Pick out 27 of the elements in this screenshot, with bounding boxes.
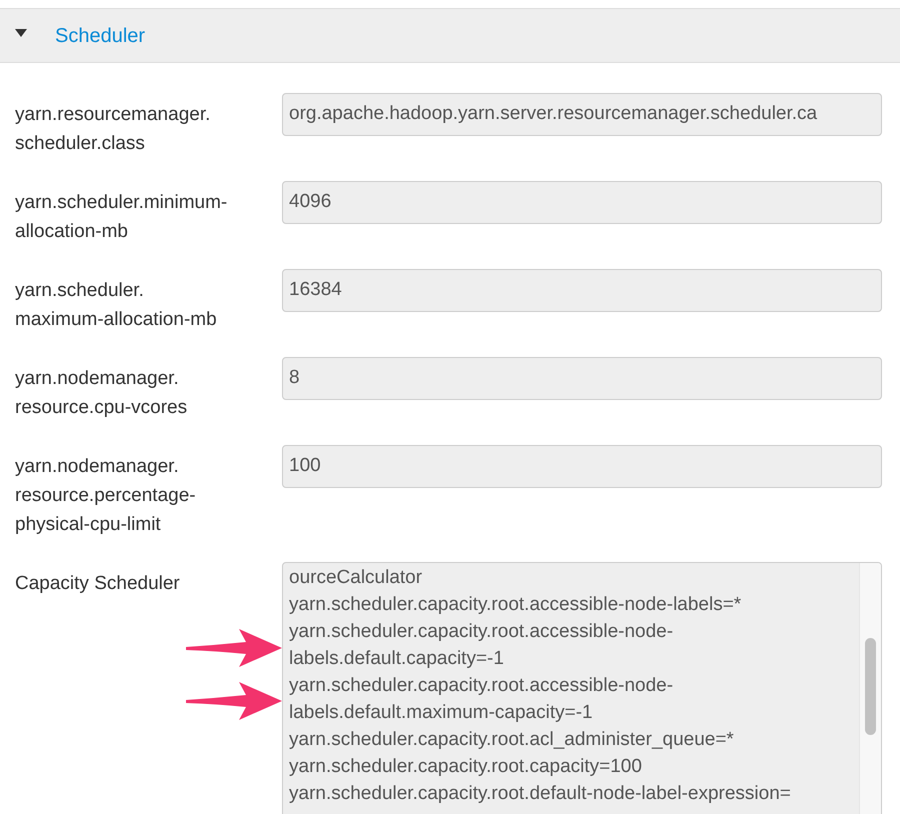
scrollbar-thumb[interactable] (865, 638, 876, 735)
field-label: yarn.scheduler. maximum-allocation-mb (14, 279, 218, 332)
arrow-icon (186, 627, 282, 669)
config-line: labels.default.capacity=-1 (289, 647, 504, 671)
caret-down-icon[interactable] (15, 28, 27, 36)
input-field[interactable]: 8 (282, 357, 882, 400)
input-field[interactable]: 16384 (282, 269, 882, 312)
field-label: yarn.nodemanager. resource.cpu-vcores (14, 367, 188, 420)
config-line: yarn.scheduler.capacity.root.default-node-label-expression= (289, 782, 791, 806)
field-label: yarn.scheduler.minimum- allocation-mb (14, 191, 228, 244)
input-field[interactable]: org.apache.hadoop.yarn.server.resourcemanager.scheduler.ca (282, 93, 882, 136)
input-field[interactable]: 4096 (282, 181, 882, 224)
config-line: labels.default.maximum-capacity=-1 (289, 701, 593, 725)
config-line: yarn.scheduler.capacity.root.accessible-node- (289, 620, 674, 644)
field-label: Capacity Scheduler (14, 572, 181, 596)
config-line: yarn.scheduler.capacity.root.acl_administer_queue=* (289, 728, 734, 752)
section-title[interactable]: Scheduler (55, 24, 146, 48)
config-line: yarn.scheduler.capacity.root.accessible-node- (289, 674, 674, 698)
field-label: yarn.nodemanager. resource.percentage- physical-cpu-limit (14, 455, 197, 537)
text-area[interactable] (282, 562, 882, 814)
config-line: yarn.scheduler.capacity.root.capacity=100 (289, 755, 642, 779)
field-label: yarn.resourcemanager. scheduler.class (14, 103, 212, 156)
input-field[interactable]: 100 (282, 445, 882, 488)
scrollbar-track[interactable] (859, 563, 881, 814)
arrow-icon (186, 680, 282, 722)
config-line: yarn.scheduler.capacity.root.accessible-node-labels=* (289, 593, 742, 617)
config-line: ourceCalculator (289, 566, 422, 590)
